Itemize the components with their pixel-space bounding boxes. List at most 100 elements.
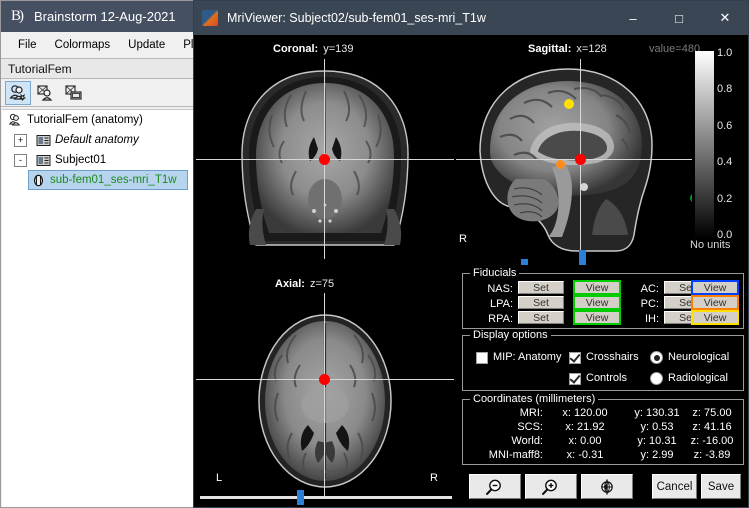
fiducial-label-ih: IH: xyxy=(644,313,659,325)
collapse-subject01-icon[interactable]: - xyxy=(14,153,27,167)
set-nas-button[interactable]: Set xyxy=(518,281,564,294)
mriviewer-body: Coronal: y=139 Sagittal: x=128 value=480… xyxy=(194,35,748,507)
database-tree[interactable]: TutorialFem (anatomy) + Default anatomy … xyxy=(2,109,193,507)
set-lpa-button[interactable]: Set xyxy=(518,296,564,309)
coord-mri-z: z: 75.00 xyxy=(692,407,732,419)
colorbar-tick-3: 0.6 xyxy=(717,120,733,132)
axial-orientation-label-l: L xyxy=(216,472,223,484)
sagittal-view[interactable]: R xyxy=(456,59,692,259)
tree-item-mri-volume[interactable]: sub-fem01_ses-mri_T1w xyxy=(28,170,188,190)
brainstorm-window: B) Brainstorm 12-Aug-2021 File Colormaps… xyxy=(0,0,247,508)
tree-item-default-anatomy[interactable]: + Default anatomy xyxy=(2,130,193,150)
fiducial-label-ac: AC: xyxy=(640,283,659,295)
expand-default-anatomy-icon[interactable]: + xyxy=(14,133,27,147)
sagittal-orientation-label-r: R xyxy=(459,233,467,245)
mriviewer-window: MriViewer: Subject02/sub-fem01_ses-mri_T… xyxy=(193,0,749,508)
axial-mri-image xyxy=(196,293,454,498)
mri-icon xyxy=(31,173,46,187)
axial-slice-slider-thumb[interactable] xyxy=(297,490,304,505)
coord-mri-x: x: 120.00 xyxy=(562,407,608,419)
tree-item-label: TutorialFem (anatomy) xyxy=(27,114,143,126)
crosshair-marker-axial xyxy=(319,374,330,385)
maximize-button[interactable]: □ xyxy=(656,1,702,35)
tree-item-protocol[interactable]: TutorialFem (anatomy) xyxy=(2,110,193,130)
view-ih-button[interactable]: View xyxy=(691,310,739,325)
coronal-coord: y=139 xyxy=(323,43,354,55)
fiducial-label-pc: PC: xyxy=(640,298,659,310)
functional-data-icon xyxy=(37,84,53,101)
protocol-icon xyxy=(8,113,23,127)
axial-coord: z=75 xyxy=(309,278,335,290)
database-folder-icon xyxy=(65,84,82,100)
coronal-view[interactable] xyxy=(196,59,454,259)
colorbar-tick-2: 0.8 xyxy=(717,83,733,95)
zoom-out-button[interactable] xyxy=(469,474,521,499)
window-controls: – □ ✕ xyxy=(610,1,748,35)
app-root: B) Brainstorm 12-Aug-2021 File Colormaps… xyxy=(0,0,749,508)
brainstorm-titlebar: B) Brainstorm 12-Aug-2021 xyxy=(1,1,194,32)
voxel-value-label: value=480 xyxy=(649,43,701,55)
sagittal-label: Sagittal: xyxy=(528,43,572,55)
database-folder-button[interactable] xyxy=(61,81,87,105)
anatomy-icon xyxy=(36,133,51,147)
view-pc-button[interactable]: View xyxy=(691,295,739,310)
globe-crosshair-icon xyxy=(601,479,613,494)
menu-colormaps[interactable]: Colormaps xyxy=(46,36,120,54)
matlab-app-icon xyxy=(202,10,218,26)
subjects-icon xyxy=(9,84,27,101)
controls-checkbox[interactable] xyxy=(569,373,581,385)
subject-icon xyxy=(36,153,51,167)
fiducial-marker-ih xyxy=(564,99,574,109)
view-rpa-button[interactable]: View xyxy=(573,310,621,325)
coord-row-label-mri: MRI: xyxy=(519,407,543,419)
colorbar-tick-4: 0.4 xyxy=(717,156,733,168)
radiological-radio[interactable] xyxy=(650,372,663,385)
view-nas-button[interactable]: View xyxy=(573,280,621,295)
tree-item-subject01[interactable]: - Subject01 xyxy=(2,150,193,170)
protocol-selector[interactable]: TutorialFem xyxy=(1,58,194,79)
axial-view[interactable] xyxy=(196,293,454,498)
coord-row-label-mni: MNI-maff8: xyxy=(488,449,543,461)
zoom-in-icon xyxy=(542,479,557,495)
neurological-label: Neurological xyxy=(668,351,730,363)
axial-slice-slider-track[interactable] xyxy=(200,496,452,499)
mriviewer-title: MriViewer: Subject02/sub-fem01_ses-mri_T… xyxy=(227,11,486,25)
brainstorm-logo-icon: B) xyxy=(11,8,24,24)
axial-view-title: Axial: z=75 xyxy=(275,278,334,290)
axial-orientation-label-r: R xyxy=(430,472,438,484)
subjects-tab-button[interactable] xyxy=(5,80,31,105)
cancel-button[interactable]: Cancel xyxy=(652,474,697,499)
reset-view-button[interactable] xyxy=(581,474,633,499)
set-rpa-button[interactable]: Set xyxy=(518,311,564,324)
neurological-radio[interactable] xyxy=(650,351,663,364)
controls-label: Controls xyxy=(586,372,627,384)
brainstorm-title: Brainstorm 12-Aug-2021 xyxy=(34,9,176,24)
menu-update[interactable]: Update xyxy=(119,36,174,54)
functional-data-tab-button[interactable] xyxy=(33,81,59,105)
colorbar-tick-1: 1.0 xyxy=(717,47,733,59)
coordinates-panel: Coordinates (millimeters) MRI: x: 120.00… xyxy=(462,393,744,465)
view-ac-button[interactable]: View xyxy=(691,280,739,295)
zoom-in-button[interactable] xyxy=(525,474,577,499)
sagittal-crosshair-horizontal xyxy=(456,159,692,160)
coord-row-label-scs: SCS: xyxy=(517,421,543,433)
minimize-button[interactable]: – xyxy=(610,1,656,35)
fiducial-label-nas: NAS: xyxy=(487,283,513,295)
mip-anatomy-label: MIP: Anatomy xyxy=(493,351,562,363)
colorbar-units-label: No units xyxy=(690,239,731,251)
axial-crosshair-vertical xyxy=(324,293,325,498)
crosshairs-checkbox[interactable] xyxy=(569,352,581,364)
mip-anatomy-checkbox[interactable] xyxy=(476,352,488,364)
protocol-name: TutorialFem xyxy=(8,61,72,76)
save-button[interactable]: Save xyxy=(701,474,741,499)
menu-file[interactable]: File xyxy=(9,36,46,54)
fiducial-marker-pc xyxy=(556,160,565,169)
view-lpa-button[interactable]: View xyxy=(573,295,621,310)
colorbar xyxy=(695,51,714,238)
brainstorm-toolbar xyxy=(1,79,194,107)
coronal-view-title: Coronal: y=139 xyxy=(273,43,354,55)
close-button[interactable]: ✕ xyxy=(702,1,748,35)
zoom-out-icon xyxy=(486,479,501,495)
fiducial-label-lpa: LPA: xyxy=(489,298,513,310)
sagittal-slice-slider-thumb[interactable] xyxy=(579,250,586,265)
